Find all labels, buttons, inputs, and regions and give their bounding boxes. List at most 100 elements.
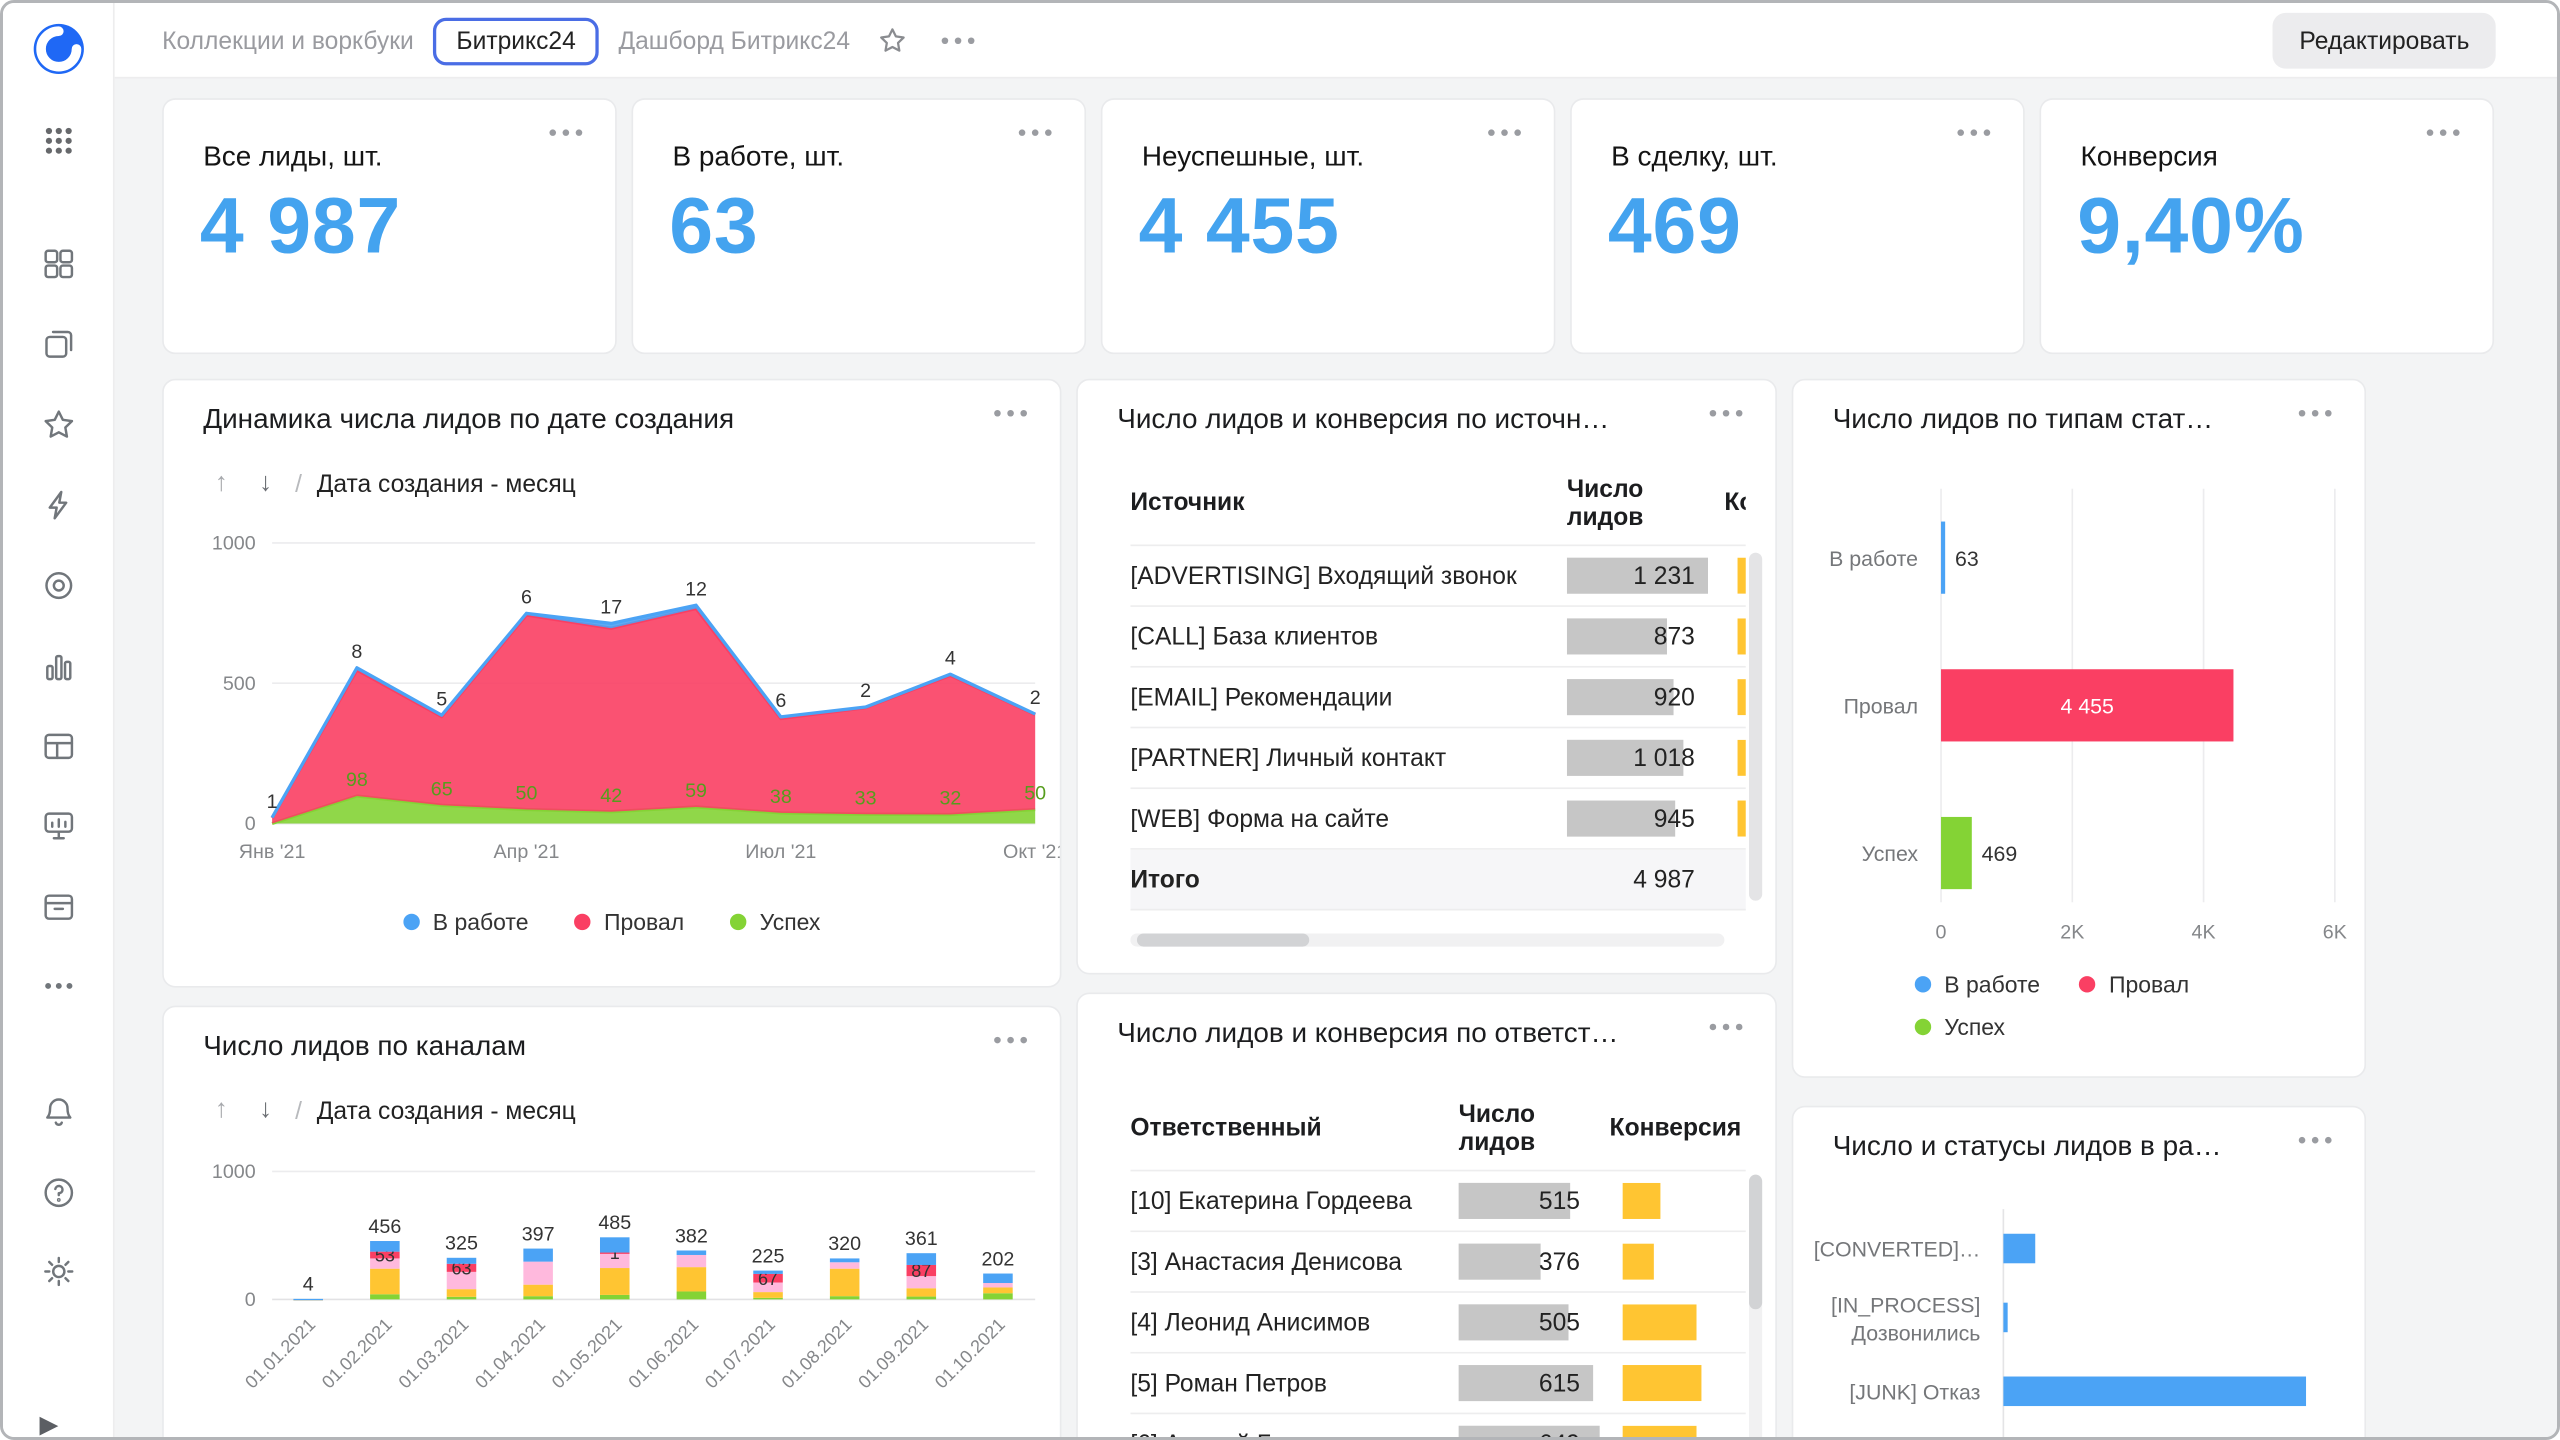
bar-segment-blue[interactable]	[370, 1241, 400, 1252]
hbar-[IN_PROCESS][interactable]	[2003, 1303, 2007, 1333]
breadcrumb-workbook-chip[interactable]: Битрикс24	[433, 17, 598, 65]
widget-menu-button[interactable]	[2427, 129, 2460, 136]
settings-button[interactable]	[26, 1239, 92, 1305]
bar-segment-green[interactable]	[753, 1298, 783, 1300]
bar-segment-yellow[interactable]	[983, 1287, 1013, 1293]
table-row[interactable]: [EMAIL] Рекомендации920	[1130, 668, 1745, 729]
area-series-Провал[interactable]	[272, 609, 1035, 824]
sidebar-item-charts[interactable]	[26, 633, 92, 699]
datalens-logo[interactable]	[26, 16, 92, 82]
column-header[interactable]: Число лидов	[1459, 1100, 1610, 1156]
notifications-button[interactable]	[26, 1079, 92, 1145]
bar-segment-green[interactable]	[907, 1297, 937, 1300]
widget-menu-button[interactable]	[1710, 410, 1743, 417]
legend-item[interactable]: Успех	[1915, 1014, 2005, 1040]
status-bar-chart[interactable]: 02K4K6KВ работе63Провал4 455Успех469	[1793, 472, 2366, 958]
bar-segment-green[interactable]	[370, 1294, 400, 1299]
bar-segment-green[interactable]	[677, 1291, 707, 1299]
legend-item[interactable]: Провал	[2079, 971, 2189, 997]
bar-segment-green[interactable]	[600, 1295, 630, 1299]
sidebar-item-dashboards[interactable]	[26, 792, 92, 858]
bar-segment-green[interactable]	[523, 1296, 553, 1299]
bar-segment-yellow[interactable]	[677, 1267, 707, 1291]
bar-segment-blue[interactable]	[907, 1253, 937, 1265]
bar-segment-yellow[interactable]	[600, 1268, 630, 1295]
more-menu-button[interactable]	[935, 18, 981, 64]
bar-segment-yellow[interactable]	[830, 1269, 860, 1297]
drill-up-button[interactable]: ↑	[206, 469, 236, 499]
help-button[interactable]	[26, 1160, 92, 1226]
table-row[interactable]: [10] Екатерина Гордеева515	[1130, 1171, 1745, 1232]
vertical-scrollbar[interactable]	[1749, 553, 1762, 901]
bar-segment-pink[interactable]	[983, 1283, 1013, 1287]
table-row[interactable]: [PARTNER] Личный контакт1 018	[1130, 728, 1745, 789]
widget-menu-button[interactable]	[549, 129, 582, 136]
hbar-Успех[interactable]	[1941, 817, 1972, 889]
table-row[interactable]: [WEB] Форма на сайте945	[1130, 789, 1745, 850]
legend-item[interactable]: Провал	[574, 909, 684, 935]
sidebar-item-quick-actions[interactable]	[26, 472, 92, 538]
bar-segment-blue[interactable]	[677, 1250, 707, 1254]
dynamics-area-chart[interactable]: 05001000Янв '21Апр '21Июл '21Окт '219865…	[164, 518, 1062, 895]
sidebar-item-workbooks[interactable]	[26, 312, 92, 378]
hbar-[JUNK] Отказ[interactable]	[2003, 1377, 2306, 1407]
bar-segment-yellow[interactable]	[753, 1292, 783, 1298]
sidebar-item-tables[interactable]	[26, 714, 92, 780]
widget-menu-button[interactable]	[2299, 410, 2332, 417]
expand-panel-button[interactable]: ▶	[16, 1391, 82, 1440]
bar-segment-pink[interactable]	[523, 1262, 553, 1285]
sidebar-item-favorites[interactable]	[26, 392, 92, 458]
drill-down-button[interactable]: ↓	[251, 1096, 281, 1126]
table-row[interactable]: [5] Роман Петров615	[1130, 1354, 1745, 1415]
widget-menu-button[interactable]	[1019, 129, 1052, 136]
bar-segment-blue[interactable]	[447, 1258, 477, 1264]
widget-menu-button[interactable]	[2299, 1137, 2332, 1144]
widget-menu-button[interactable]	[1957, 129, 1990, 136]
column-header[interactable]: Источник	[1130, 489, 1567, 517]
breadcrumb-collections[interactable]: Коллекции и воркбуки	[162, 27, 414, 55]
column-header[interactable]: Число лидов	[1567, 475, 1725, 531]
table-row[interactable]: [CALL] База клиентов873	[1130, 607, 1745, 668]
sidebar-item-more[interactable]	[26, 953, 92, 1019]
horizontal-scrollbar[interactable]	[1130, 933, 1724, 946]
bar-segment-pink[interactable]	[830, 1262, 860, 1268]
legend-item[interactable]: Успех	[730, 909, 820, 935]
widget-menu-button[interactable]	[994, 1037, 1027, 1044]
widget-menu-button[interactable]	[1488, 129, 1521, 136]
sidebar-item-services[interactable]	[26, 873, 92, 939]
hbar-[CONVERTED]…[interactable]	[2003, 1234, 2035, 1264]
legend-item[interactable]: В работе	[403, 909, 528, 935]
bar-segment-blue[interactable]	[830, 1258, 860, 1262]
column-header[interactable]: Ответственный	[1130, 1114, 1458, 1142]
bar-segment-blue[interactable]	[600, 1237, 630, 1252]
table-row[interactable]: [4] Леонид Анисимов505	[1130, 1293, 1745, 1354]
widget-menu-button[interactable]	[1710, 1024, 1743, 1031]
legend-item[interactable]: В работе	[1915, 971, 2040, 997]
column-header[interactable]: Конверсия	[1724, 489, 1745, 517]
bar-segment-yellow[interactable]	[447, 1289, 477, 1297]
sidebar-item-collections[interactable]	[26, 231, 92, 297]
breadcrumb-dashboard[interactable]: Дашборд Битрикс24	[618, 27, 850, 55]
bar-segment-yellow[interactable]	[907, 1288, 937, 1296]
sidebar-item-connections[interactable]	[26, 553, 92, 619]
bar-segment-yellow[interactable]	[523, 1285, 553, 1297]
table-row[interactable]: [3] Анастасия Денисова376	[1130, 1232, 1745, 1293]
channels-bar-chart[interactable]: 0100053631678744563253974853822253203612…	[164, 1145, 1062, 1440]
drill-up-button[interactable]: ↑	[206, 1096, 236, 1126]
column-header[interactable]: Конверсия	[1610, 1114, 1746, 1142]
bar-segment-blue[interactable]	[753, 1271, 783, 1274]
hbar-В работе[interactable]	[1941, 522, 1945, 594]
bar-segment-yellow[interactable]	[370, 1269, 400, 1295]
table-row[interactable]: [6] Андрей Бутов649	[1130, 1414, 1745, 1440]
status-work-bar-chart[interactable]: [CONVERTED]…[IN_PROCESS]Дозвонились[JUNK…	[1793, 1186, 2366, 1440]
drill-down-button[interactable]: ↓	[251, 469, 281, 499]
widget-menu-button[interactable]	[994, 410, 1027, 417]
vertical-scrollbar[interactable]	[1749, 1175, 1762, 1440]
apps-grid-button[interactable]	[26, 108, 92, 174]
edit-button[interactable]: Редактировать	[2273, 13, 2496, 69]
bar-segment-green[interactable]	[830, 1296, 860, 1299]
bar-segment-blue[interactable]	[983, 1274, 1013, 1283]
favorite-star-button[interactable]	[870, 18, 916, 64]
bar-segment-pink[interactable]	[677, 1255, 707, 1267]
bar-segment-green[interactable]	[983, 1293, 1013, 1299]
